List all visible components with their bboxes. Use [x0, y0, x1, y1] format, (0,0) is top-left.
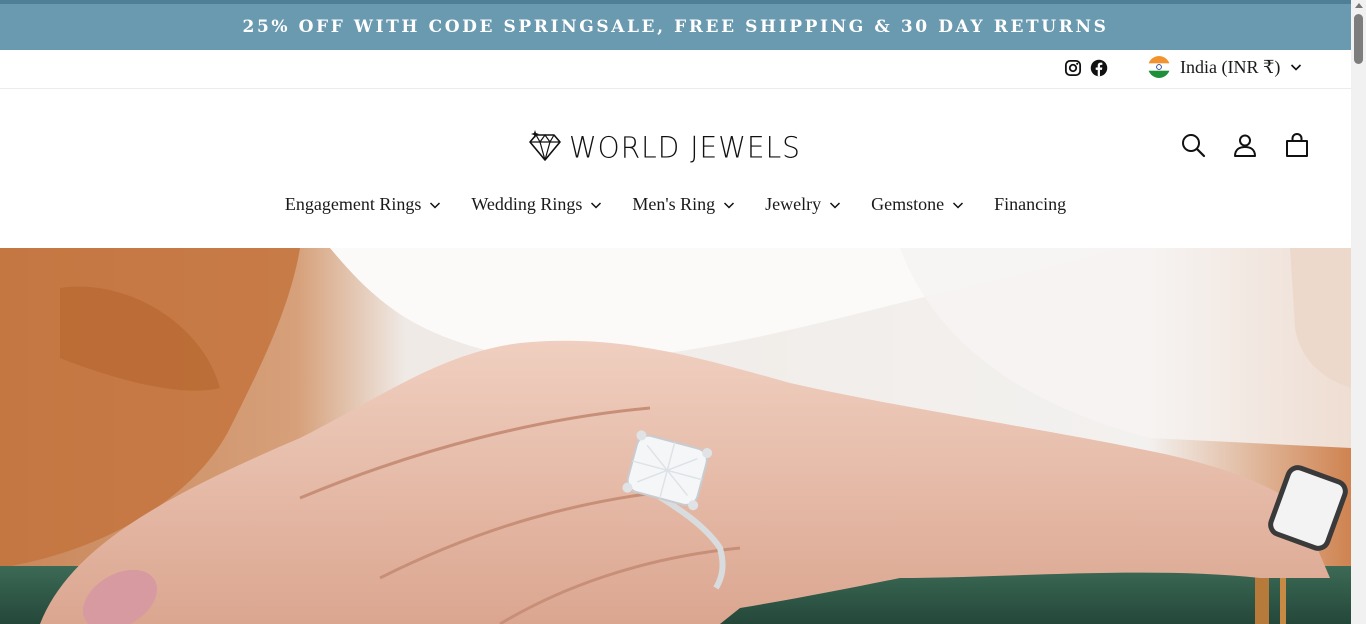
- nav-item-label: Financing: [994, 194, 1067, 214]
- brand-logo[interactable]: WORLD JEWELS: [527, 130, 801, 164]
- nav-item-mens-ring[interactable]: Men's Ring: [617, 190, 750, 219]
- chevron-down-icon: [953, 201, 964, 209]
- nav-item-jewelry[interactable]: Jewelry: [750, 190, 856, 219]
- scroll-thumb[interactable]: [1354, 14, 1363, 64]
- nav-item-wedding-rings[interactable]: Wedding Rings: [456, 190, 617, 219]
- instagram-icon[interactable]: [1064, 59, 1082, 77]
- logo-text: WORLD JEWELS: [569, 129, 801, 165]
- nav-item-label: Jewelry: [765, 194, 822, 214]
- scroll-up-icon[interactable]: [1355, 3, 1363, 8]
- diamond-logo-icon: [529, 130, 561, 161]
- nav-item-label: Engagement Rings: [284, 194, 422, 214]
- announcement-bar: 25% OFF WITH CODE SPRINGSALE, FREE SHIPP…: [0, 4, 1351, 50]
- currency-selector[interactable]: India (INR ₹): [1148, 56, 1302, 78]
- chevron-down-icon: [724, 201, 735, 209]
- hero-banner: [0, 248, 1351, 624]
- scrollbar[interactable]: [1351, 0, 1366, 624]
- utility-bar: India (INR ₹): [0, 50, 1351, 89]
- announcement-text: 25% OFF WITH CODE SPRINGSALE, FREE SHIPP…: [242, 17, 1109, 37]
- nav-item-label: Gemstone: [871, 194, 945, 214]
- nav-item-financing[interactable]: Financing: [979, 190, 1081, 219]
- nav-item-label: Men's Ring: [632, 194, 716, 214]
- currency-label: India (INR ₹): [1180, 56, 1281, 77]
- chevron-down-icon: [591, 201, 602, 209]
- hero-ring-image: [0, 248, 1351, 624]
- main-nav: Engagement Rings Wedding Rings Men's Rin…: [0, 190, 1351, 219]
- chevron-down-icon: [430, 201, 441, 209]
- search-icon[interactable]: [1180, 132, 1206, 158]
- account-icon[interactable]: [1232, 132, 1258, 158]
- social-links: [1064, 59, 1108, 77]
- india-flag-icon: [1148, 56, 1170, 78]
- facebook-icon[interactable]: [1090, 59, 1108, 77]
- cart-icon[interactable]: [1284, 132, 1310, 158]
- chevron-down-icon: [830, 201, 841, 209]
- header-actions: [1180, 132, 1310, 158]
- nav-item-gemstone[interactable]: Gemstone: [856, 190, 979, 219]
- nav-item-label: Wedding Rings: [471, 194, 583, 214]
- nav-item-engagement-rings[interactable]: Engagement Rings: [270, 190, 456, 219]
- chevron-down-icon: [1291, 64, 1302, 71]
- site-header: WORLD JEWELS Engagement Rings Wedding Ri…: [0, 90, 1351, 248]
